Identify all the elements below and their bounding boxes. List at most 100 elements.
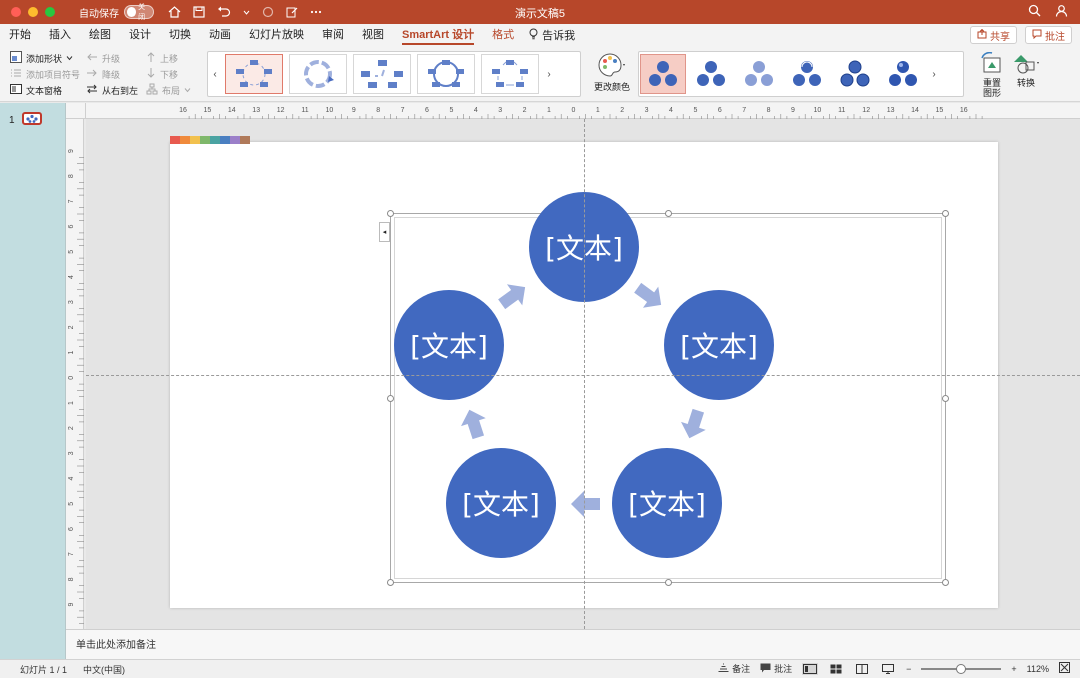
layout-thumb-block-cycle[interactable]	[353, 54, 411, 94]
zoom-window-button[interactable]	[45, 7, 55, 17]
autosave-toggle[interactable]: 关闭	[124, 4, 154, 21]
notes-toggle-button[interactable]: 备注	[718, 662, 750, 675]
comments-toggle-button[interactable]: 批注	[760, 662, 792, 675]
zoom-slider-thumb[interactable]	[956, 663, 967, 674]
comments-button[interactable]: 批注	[1025, 26, 1072, 44]
text-pane-button[interactable]: 文本窗格	[10, 82, 80, 98]
layout-thumb-radial-cycle[interactable]	[417, 54, 475, 94]
resize-handle-left[interactable]	[387, 395, 394, 402]
tell-me-box[interactable]: 告诉我	[523, 27, 581, 43]
style-gallery-next-button[interactable]: ›	[927, 69, 941, 80]
share-label: 共享	[990, 31, 1010, 43]
vertical-ruler[interactable]: 9 8 7 6 5 4 3 2 1 0 1 2 3 4 5 6 7 8 9	[66, 119, 84, 629]
resize-handle-bottom[interactable]	[665, 579, 672, 586]
account-icon[interactable]	[1055, 4, 1068, 20]
text-pane-label: 文本窗格	[26, 85, 63, 96]
ruler-tick-label: 4	[474, 107, 478, 114]
slide-thumbnail[interactable]	[22, 112, 42, 125]
tab-design[interactable]: 设计	[120, 24, 160, 46]
gallery-next-button[interactable]: ›	[542, 69, 556, 80]
move-up-button[interactable]: 上移	[146, 50, 191, 66]
search-icon[interactable]	[1028, 4, 1041, 20]
zoom-out-button[interactable]: −	[906, 664, 911, 674]
style-polished[interactable]	[832, 54, 878, 94]
zoom-in-button[interactable]: +	[1011, 664, 1016, 674]
add-shape-button[interactable]: 添加形状	[10, 50, 80, 66]
layout-thumb-cycle-arrows[interactable]	[289, 54, 347, 94]
reading-view-button[interactable]	[854, 663, 870, 675]
tab-view[interactable]: 视图	[353, 24, 393, 46]
smartart-node-5[interactable]: [文本]	[394, 290, 504, 400]
tab-transitions[interactable]: 切换	[160, 24, 200, 46]
ruler-tick-label: 9	[352, 107, 356, 114]
undo-icon[interactable]	[217, 6, 231, 18]
right-to-left-button[interactable]: 从右到左	[86, 82, 138, 98]
save-icon[interactable]	[193, 6, 205, 18]
promote-button[interactable]: 升级	[86, 50, 138, 66]
home-icon[interactable]	[168, 6, 181, 18]
chevron-down-icon[interactable]	[243, 6, 250, 18]
add-bullet-button[interactable]: 添加项目符号	[10, 66, 80, 82]
tab-animations[interactable]: 动画	[200, 24, 240, 46]
ruler-tick-label: 1	[68, 351, 75, 355]
ruler-tick-label: 6	[718, 107, 722, 114]
style-moderate[interactable]	[736, 54, 782, 94]
style-3d[interactable]	[880, 54, 926, 94]
status-left: 幻灯片 1 / 1 中文(中国)	[20, 663, 125, 676]
resize-handle-bottom-right[interactable]	[942, 579, 949, 586]
fit-to-window-icon[interactable]	[1059, 662, 1070, 675]
normal-view-button[interactable]	[802, 662, 819, 675]
layout-thumb-basic-cycle[interactable]	[225, 54, 283, 94]
cycle-arrow-5	[498, 284, 526, 310]
vertical-guide[interactable]	[584, 119, 585, 629]
smartart-node-4[interactable]: [文本]	[446, 448, 556, 558]
style-flat[interactable]	[640, 54, 686, 94]
gallery-prev-button[interactable]: ‹	[208, 69, 222, 80]
reset-graphic-button[interactable]: 重置图形	[978, 51, 1006, 98]
layout-button[interactable]: 布局	[146, 82, 191, 98]
tab-insert[interactable]: 插入	[40, 24, 80, 46]
edit-icon[interactable]	[286, 6, 298, 18]
style-intense[interactable]	[784, 54, 830, 94]
minimize-window-button[interactable]	[28, 7, 38, 17]
text-pane-toggle[interactable]: ◂	[379, 222, 390, 242]
more-icon[interactable]	[310, 6, 322, 18]
close-window-button[interactable]	[11, 7, 21, 17]
ruler-tick-label: 8	[68, 174, 75, 178]
smartart-node-2[interactable]: [文本]	[664, 290, 774, 400]
style-subtle[interactable]	[688, 54, 734, 94]
notes-pane[interactable]: 单击此处添加备注	[66, 629, 1080, 659]
slide-sorter-button[interactable]	[828, 663, 844, 675]
smartart-node-3[interactable]: [文本]	[612, 448, 722, 558]
tab-review[interactable]: 审阅	[313, 24, 353, 46]
tab-smartart-design[interactable]: SmartArt 设计	[393, 24, 483, 46]
move-down-button[interactable]: 下移	[146, 66, 191, 82]
horizontal-guide[interactable]	[86, 375, 1080, 376]
tab-format[interactable]: 格式	[483, 24, 523, 46]
resize-handle-bottom-left[interactable]	[387, 579, 394, 586]
resize-handle-top-left[interactable]	[387, 210, 394, 217]
convert-button[interactable]: 转换	[1008, 52, 1044, 88]
resize-handle-top-right[interactable]	[942, 210, 949, 217]
add-bullet-label: 添加项目符号	[26, 69, 81, 80]
horizontal-ruler[interactable]: 16 15 14 13 12 11 10 9 8 7 6 5 4 3 2 1 0 1 2 3 4 5 6 7 8 9 10 11 12 1…	[86, 103, 1080, 119]
tab-draw[interactable]: 绘图	[80, 24, 120, 46]
resize-handle-right[interactable]	[942, 395, 949, 402]
redo-icon[interactable]	[262, 6, 274, 18]
zoom-slider[interactable]	[921, 663, 1002, 674]
ruler-tick-label: 11	[838, 107, 845, 114]
zoom-level[interactable]: 112%	[1027, 664, 1049, 674]
ruler-tick-label: 8	[767, 107, 771, 114]
tab-slideshow[interactable]: 幻灯片放映	[240, 24, 313, 46]
language-indicator[interactable]: 中文(中国)	[83, 663, 125, 676]
resize-handle-top[interactable]	[665, 210, 672, 217]
share-button[interactable]: 共享	[970, 26, 1017, 44]
change-colors-button[interactable]: 更改颜色	[592, 52, 632, 92]
slideshow-button[interactable]	[880, 663, 896, 675]
tab-home[interactable]: 开始	[0, 24, 40, 46]
demote-button[interactable]: 降级	[86, 66, 138, 82]
layout-thumb-segmented-cycle[interactable]	[481, 54, 539, 94]
notes-icon	[718, 663, 729, 674]
order-group: 上移 下移 布局	[146, 50, 191, 98]
share-icon	[977, 28, 987, 42]
